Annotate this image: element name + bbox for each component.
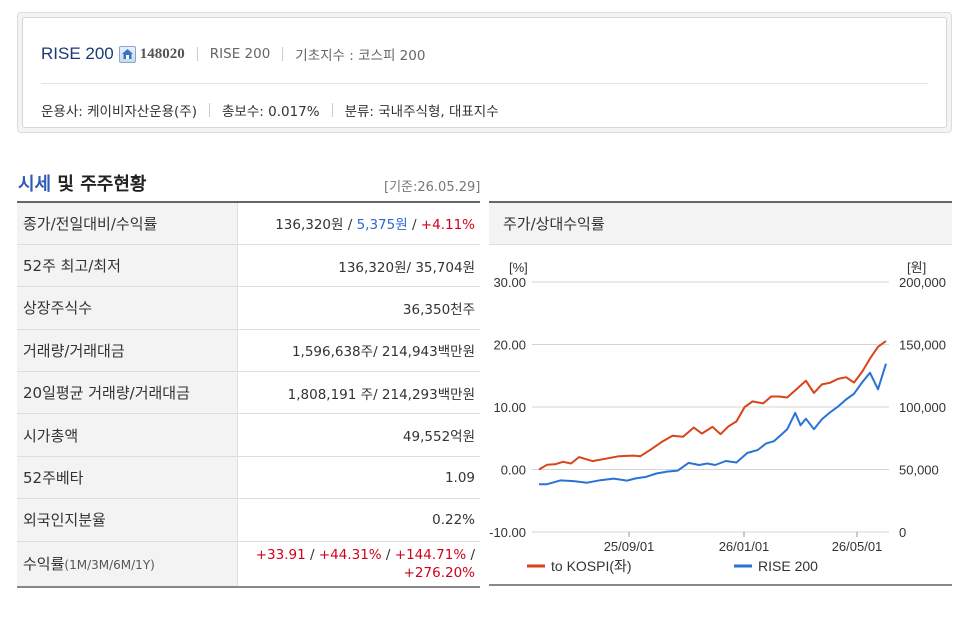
table-row: 52주베타 1.09 [17,456,480,499]
row-label: 20일평균 거래량/거래대금 [17,371,238,414]
left-tick-label: 0.00 [501,463,526,478]
row-label: 시가총액 [17,413,238,457]
fund-header-inner: RISE 200 148020 RISE 200 기초지수 : 코스피 200 … [22,17,947,128]
slash: / [407,217,421,234]
fund-meta-name: RISE 200 [209,46,271,62]
legend-label: RISE 200 [758,558,818,574]
total-fee: 총보수: 0.017% [222,104,320,120]
row-value: 136,320원/ 35,704원 [338,259,475,276]
x-tick-label: 25/09/01 [604,539,655,554]
left-axis-unit: [%] [509,260,528,275]
right-tick-label: 50,000 [899,463,939,478]
left-tick-label: 10.00 [493,400,526,415]
return-rate: +4.11% [420,217,475,234]
separator [282,47,284,61]
right-axis-unit: [원] [907,260,926,275]
row-value: +33.91 / +44.31% / +144.71% / +276.20% [237,541,480,587]
row-value: 49,552억원 [402,429,475,446]
table-row: 수익률(1M/3M/6M/1Y) +33.91 / +44.31% / +144… [17,541,480,588]
table-row: 종가/전일대비/수익률 136,320원 / 5,375원 / +4.11% [17,202,480,245]
row-label: 상장주식수 [17,286,238,330]
table-row: 20일평균 거래량/거래대금 1,808,191 주/ 214,293백만원 [17,371,480,414]
table-row: 외국인지분율 0.22% [17,498,480,542]
slash: / [305,546,319,563]
right-tick-label: 150,000 [899,338,946,353]
close-price: 136,320원 [275,217,344,234]
fund-info-row: 운용사: 케이비자산운용(주) 총보수: 0.017% 분류: 국내주식형, 대… [41,100,499,120]
return-1y: +276.20% [403,564,475,581]
table-row: 상장주식수 36,350천주 [17,286,480,330]
separator [196,47,198,61]
row-value: 1,596,638주/ 214,943백만원 [291,344,475,361]
table-row: 52주 최고/최저 136,320원/ 35,704원 [17,244,480,287]
base-date: [기준:26.05.29] [384,180,481,195]
row-value: 0.22% [432,511,475,528]
return-period-label: (1M/3M/6M/1Y) [64,558,155,573]
base-index: 기초지수 : 코스피 200 [295,48,426,64]
section-title-rest: 및 주주현황 [51,174,147,195]
row-label: 거래량/거래대금 [17,329,238,372]
row-label: 종가/전일대비/수익률 [17,202,238,245]
right-tick-label: 200,000 [899,275,946,290]
fund-category: 분류: 국내주식형, 대표지수 [344,104,499,120]
return-3m: +44.31% [318,546,382,563]
left-tick-label: -10.00 [489,525,526,540]
right-tick-label: 100,000 [899,400,946,415]
row-value: 1.09 [444,469,475,486]
slash: / [381,546,395,563]
x-tick-label: 26/05/01 [832,539,883,554]
row-value: 36,350천주 [402,301,475,318]
fund-name[interactable]: RISE 200 [41,44,114,64]
right-tick-label: 0 [899,525,906,540]
row-label: 외국인지분율 [17,498,238,542]
home-icon[interactable] [118,45,136,63]
chart-title: 주가/상대수익률 [489,203,952,245]
table-row: 거래량/거래대금 1,596,638주/ 214,943백만원 [17,329,480,372]
left-tick-label: 20.00 [493,338,526,353]
return-1m: +33.91 [255,546,306,563]
fund-header-card: RISE 200 148020 RISE 200 기초지수 : 코스피 200 … [17,12,952,133]
price-relative-return-chart[interactable]: [%] [원] 30.00 200,000 20.00 150,000 10.00 100,0… [489,246,952,586]
section-title: 시세 및 주주현황 [18,170,146,196]
separator [331,103,333,117]
x-tick-label: 26/01/01 [719,539,770,554]
section-title-blue: 시세 [18,174,52,195]
return-label: 수익률 [23,555,65,574]
legend-label: to KOSPI(좌) [551,558,632,574]
fund-manager: 운용사: 케이비자산운용(주) [41,104,197,120]
row-label: 52주베타 [17,456,238,499]
header-divider [41,83,928,84]
table-row: 시가총액 49,552억원 [17,413,480,457]
price-info-table: 종가/전일대비/수익률 136,320원 / 5,375원 / +4.11% 5… [17,201,480,588]
separator [209,103,210,117]
slash: / [466,546,475,563]
fund-code: 148020 [139,45,185,62]
row-label: 수익률(1M/3M/6M/1Y) [17,541,238,588]
row-value: 136,320원 / 5,375원 / +4.11% [237,202,480,244]
price-chart-panel: 주가/상대수익률 [%] [원] 30.00 200,000 20.00 150,000 1… [489,201,952,586]
kospi-relative-line [538,340,887,471]
fund-title-row: RISE 200 148020 RISE 200 기초지수 : 코스피 200 [41,43,425,65]
left-tick-label: 30.00 [493,275,526,290]
return-6m: +144.71% [394,546,467,563]
row-value: 1,808,191 주/ 214,293백만원 [287,386,475,403]
row-label: 52주 최고/최저 [17,244,238,287]
slash: / [343,217,357,234]
price-change: 5,375원 [356,217,408,234]
